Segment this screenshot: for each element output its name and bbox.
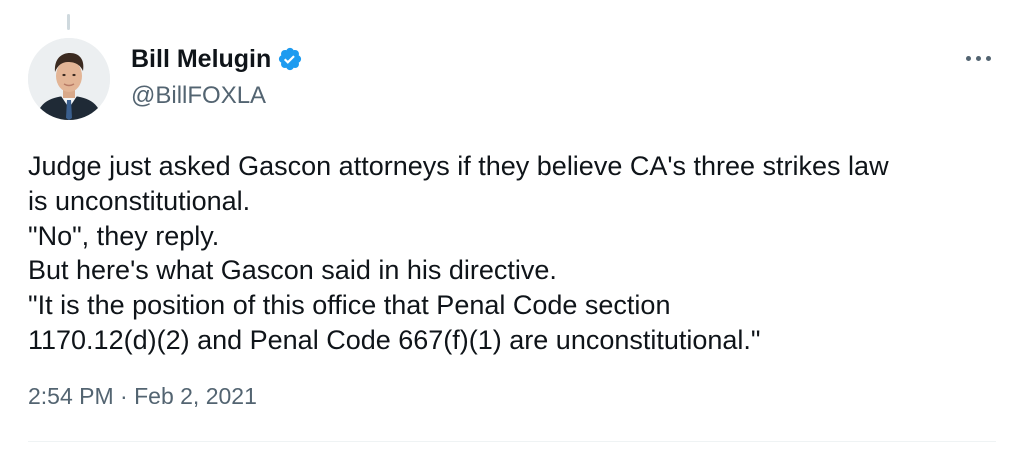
- tweet-card: Bill Melugin @BillFOXLA Judge just asked…: [0, 0, 1024, 459]
- author-display-name[interactable]: Bill Melugin: [131, 44, 271, 74]
- divider: [28, 441, 996, 442]
- author-handle[interactable]: @BillFOXLA: [131, 82, 266, 110]
- tweet-timestamp: 2:54 PM · Feb 2, 2021: [28, 381, 257, 411]
- tweet-text-line: 1170.12(d)(2) and Penal Code 667(f)(1) a…: [28, 324, 761, 355]
- avatar-image: [28, 38, 110, 120]
- tweet-timestamp-link[interactable]: 2:54 PM · Feb 2, 2021: [28, 383, 257, 409]
- tweet-text-line: But here's what Gascon said in his direc…: [28, 255, 557, 286]
- author-name-row: Bill Melugin: [131, 44, 303, 74]
- timestamp-separator: ·: [113, 383, 135, 409]
- more-options-icon: [965, 55, 971, 61]
- tweet-time: 2:54 PM: [28, 383, 114, 409]
- tweet-text-line: Judge just asked Gascon attorneys if the…: [28, 151, 889, 181]
- more-options-icon-dot: [985, 55, 991, 61]
- tweet-text-line: "No", they reply.: [28, 220, 220, 251]
- more-options-button[interactable]: [958, 46, 998, 70]
- more-options-icon-dot: [975, 55, 981, 61]
- tweet-date: Feb 2, 2021: [134, 383, 257, 409]
- avatar[interactable]: [28, 38, 110, 120]
- tweet-text-line: "It is the position of this office that …: [28, 290, 671, 321]
- tweet-text: Judge just asked Gascon attorneys if the…: [28, 149, 988, 358]
- thread-connector-line: [67, 14, 70, 30]
- tweet-text-line: is unconstitutional.: [28, 185, 251, 216]
- verified-badge-icon[interactable]: [277, 46, 303, 72]
